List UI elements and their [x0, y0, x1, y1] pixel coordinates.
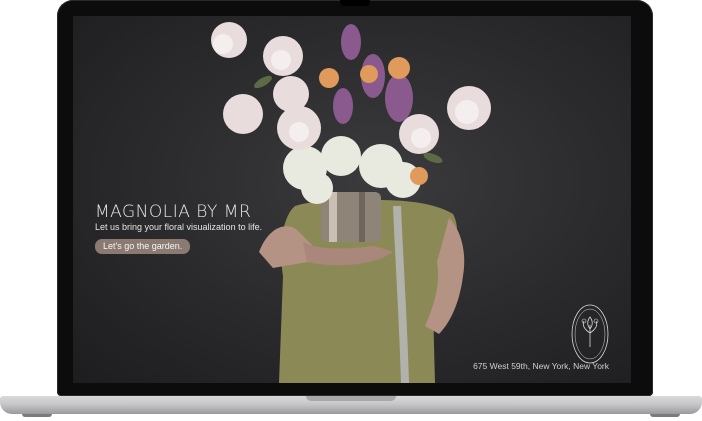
brand-logo-icon	[571, 304, 609, 364]
cta-button[interactable]: Let's go the garden.	[95, 239, 191, 254]
laptop-foot-right	[650, 414, 680, 417]
website-hero-screen: MAGNOLIA BY MR Let us bring your floral …	[73, 16, 631, 383]
hero-image	[211, 22, 491, 383]
hero-text: MAGNOLIA BY MR Let us bring your floral …	[95, 202, 262, 254]
laptop-foot-left	[22, 414, 52, 417]
hero-tagline: Let us bring your floral visualization t…	[95, 222, 263, 232]
camera-notch	[340, 0, 370, 6]
brand-title: MAGNOLIA BY MR	[95, 202, 252, 222]
laptop-opening-notch	[306, 396, 396, 401]
store-address: 675 West 59th, New York, New York	[473, 361, 609, 371]
